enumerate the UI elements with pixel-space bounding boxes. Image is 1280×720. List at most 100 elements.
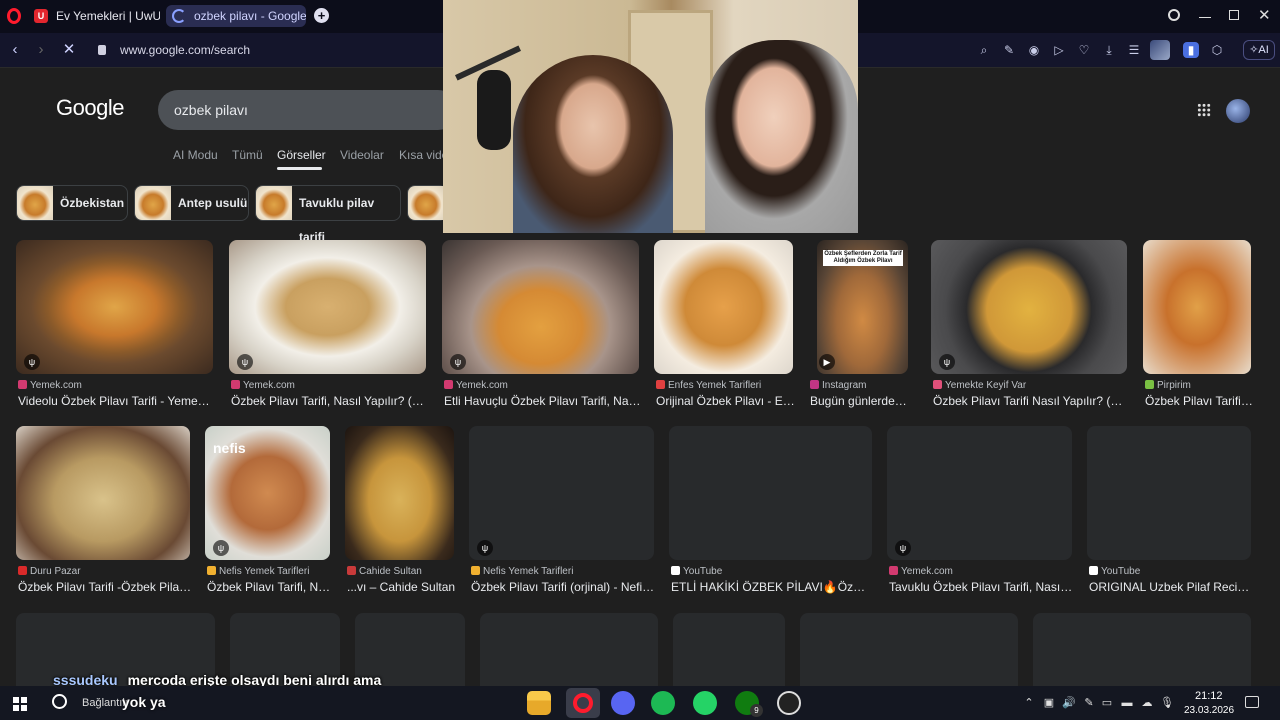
result-title[interactable]: Özbek Pilavı Tarifi ...	[1145, 394, 1253, 408]
result-image-placeholder[interactable]	[669, 426, 872, 560]
tab-videos[interactable]: Videolar	[340, 148, 384, 162]
result-image[interactable]	[16, 426, 190, 560]
result-image[interactable]: ψ	[229, 240, 426, 374]
discord-icon[interactable]	[611, 691, 635, 715]
tab-all[interactable]: Tümü	[232, 148, 263, 162]
result-title[interactable]: Orijinal Özbek Pilavı - En...	[656, 394, 795, 408]
forward-button[interactable]: ›	[32, 41, 50, 59]
result-image-placeholder[interactable]: ψ	[887, 426, 1072, 560]
volume-icon[interactable]: 🔊	[1062, 697, 1076, 709]
result-source[interactable]: Yemek.com	[18, 380, 82, 391]
result-image-placeholder[interactable]	[1033, 613, 1251, 686]
clock-time[interactable]: 21:12	[1195, 690, 1223, 702]
whatsapp-icon[interactable]	[693, 691, 717, 715]
result-source[interactable]: Duru Pazar	[18, 566, 81, 577]
result-image-placeholder[interactable]: ψ	[469, 426, 654, 560]
result-image[interactable]: ψ	[16, 240, 213, 374]
result-source[interactable]: Nefis Yemek Tarifleri	[207, 566, 309, 577]
monitor-icon[interactable]: ▣	[1042, 697, 1056, 709]
result-source[interactable]: Nefis Yemek Tarifleri	[471, 566, 573, 577]
microphone-icon[interactable]: 🎙	[1160, 697, 1174, 709]
chip-antep[interactable]: Antep usulü	[134, 185, 249, 221]
chip-uzbekistan[interactable]: Özbekistan	[16, 185, 128, 221]
search-icon[interactable]	[52, 694, 67, 709]
play-icon[interactable]: ▷	[1051, 42, 1067, 58]
result-image-placeholder[interactable]	[480, 613, 658, 686]
result-image[interactable]: nefis ψ	[205, 426, 330, 560]
result-source[interactable]: YouTube	[671, 566, 722, 577]
chevron-up-icon[interactable]: ⌃	[1022, 697, 1036, 709]
result-source[interactable]: Instagram	[810, 380, 866, 391]
result-title[interactable]: ETLİ HAKİKİ ÖZBEK PİLAVI🔥Özbek ...	[671, 580, 871, 594]
result-image[interactable]: ψ	[442, 240, 639, 374]
result-title[interactable]: Özbek Pilavı Tarifi, Nasıl Yapılır? (Re.…	[231, 394, 428, 408]
tab-images[interactable]: Görseller	[277, 148, 326, 162]
taskbar-search-hint[interactable]: Bağlantılı	[82, 697, 128, 709]
apps-grid-icon[interactable]	[1197, 103, 1211, 117]
tab-short-videos[interactable]: Kısa vide	[399, 148, 448, 162]
chip-more[interactable]	[407, 185, 447, 221]
notifications-icon[interactable]	[1245, 696, 1259, 708]
back-button[interactable]: ‹	[6, 41, 24, 59]
profile-avatar[interactable]	[1150, 40, 1170, 60]
result-title[interactable]: Özbek Pilavı Tarifi -Özbek Pilavı ...	[18, 580, 192, 594]
stop-loading-button[interactable]: ✕	[60, 41, 78, 59]
tab-ai-mode[interactable]: AI Modu	[173, 148, 218, 162]
result-source[interactable]: Yemek.com	[444, 380, 508, 391]
result-source[interactable]: Yemek.com	[231, 380, 295, 391]
result-image[interactable]: ψ	[931, 240, 1127, 374]
download-icon[interactable]: ⤓	[1101, 42, 1117, 58]
result-title[interactable]: Tavuklu Özbek Pilavı Tarifi, Nasıl Y...	[889, 580, 1074, 594]
result-image[interactable]: Özbek Şeflerden Zorla Tarif Aldığım Özbe…	[817, 240, 908, 374]
result-source[interactable]: Enfes Yemek Tarifleri	[656, 380, 761, 391]
heart-icon[interactable]: ♡	[1076, 42, 1092, 58]
extension-icon[interactable]: ▮	[1183, 42, 1199, 58]
chip-chicken-pilaf[interactable]: Tavuklu pilav tarifi	[255, 185, 401, 244]
pen-icon[interactable]: ✎	[1082, 697, 1096, 709]
tab-google-search[interactable]: ozbek pilavı - Google'da A	[166, 5, 306, 27]
file-explorer-icon[interactable]	[527, 691, 551, 715]
camera-icon[interactable]: ◉	[1026, 42, 1042, 58]
google-logo[interactable]: Google	[56, 95, 124, 121]
result-title[interactable]: Etli Havuçlu Özbek Pilavı Tarifi, Nasıl …	[444, 394, 641, 408]
obs-icon[interactable]	[777, 691, 801, 715]
close-window-button[interactable]: ✕	[1258, 6, 1271, 24]
result-source[interactable]: Pirpirim	[1145, 380, 1191, 391]
lens-icon[interactable]: ⌕	[976, 42, 992, 58]
result-source[interactable]: Yemek.com	[889, 566, 953, 577]
result-title[interactable]: ...vı – Cahide Sultan	[347, 580, 456, 594]
result-image[interactable]	[345, 426, 454, 560]
account-avatar[interactable]	[1226, 99, 1250, 123]
result-source[interactable]: Yemekte Keyif Var	[933, 380, 1026, 391]
result-image-placeholder[interactable]	[800, 613, 1018, 686]
cube-icon[interactable]: ⬡	[1209, 42, 1225, 58]
menu-icon[interactable]: ☰	[1126, 42, 1142, 58]
search-tabs-icon[interactable]	[1168, 9, 1180, 21]
minimize-button[interactable]	[1199, 17, 1211, 18]
result-image-placeholder[interactable]	[1087, 426, 1251, 560]
battery-icon[interactable]: ▬	[1120, 697, 1134, 709]
result-title[interactable]: Özbek Pilavı Tarifi, Na...	[207, 580, 332, 594]
new-tab-button[interactable]: +	[314, 8, 329, 23]
result-image[interactable]	[1143, 240, 1251, 374]
result-source[interactable]: Cahide Sultan	[347, 566, 422, 577]
result-image-placeholder[interactable]	[673, 613, 785, 686]
share-icon[interactable]: ✎	[1001, 42, 1017, 58]
search-input[interactable]: ozbek pilavı	[158, 90, 458, 130]
spotify-icon[interactable]	[651, 691, 675, 715]
result-title[interactable]: Videolu Özbek Pilavı Tarifi - Yemek.com	[18, 394, 215, 408]
ai-button[interactable]: ✧AI	[1243, 40, 1275, 60]
result-image[interactable]	[654, 240, 793, 374]
result-title[interactable]: Bugün günlerden ...	[810, 394, 910, 408]
cloud-icon[interactable]: ☁	[1140, 697, 1154, 709]
result-source[interactable]: YouTube	[1089, 566, 1140, 577]
result-title[interactable]: ORIGINAL Uzbek Pilaf Recipe...	[1089, 580, 1253, 594]
clock-date[interactable]: 23.03.2026	[1184, 705, 1234, 716]
windows-start-icon[interactable]	[13, 697, 27, 711]
tab-ev-yemekleri[interactable]: U Ev Yemekleri | UwUFUFU	[28, 5, 160, 27]
result-title[interactable]: Özbek Pilavı Tarifi Nasıl Yapılır? (Vid.…	[933, 394, 1129, 408]
restore-button[interactable]	[1229, 10, 1239, 20]
opera-logo-icon[interactable]	[7, 8, 21, 24]
opera-taskbar-icon[interactable]	[566, 688, 600, 718]
result-title[interactable]: Özbek Pilavı Tarifi (orjinal) - Nefis ..…	[471, 580, 656, 594]
